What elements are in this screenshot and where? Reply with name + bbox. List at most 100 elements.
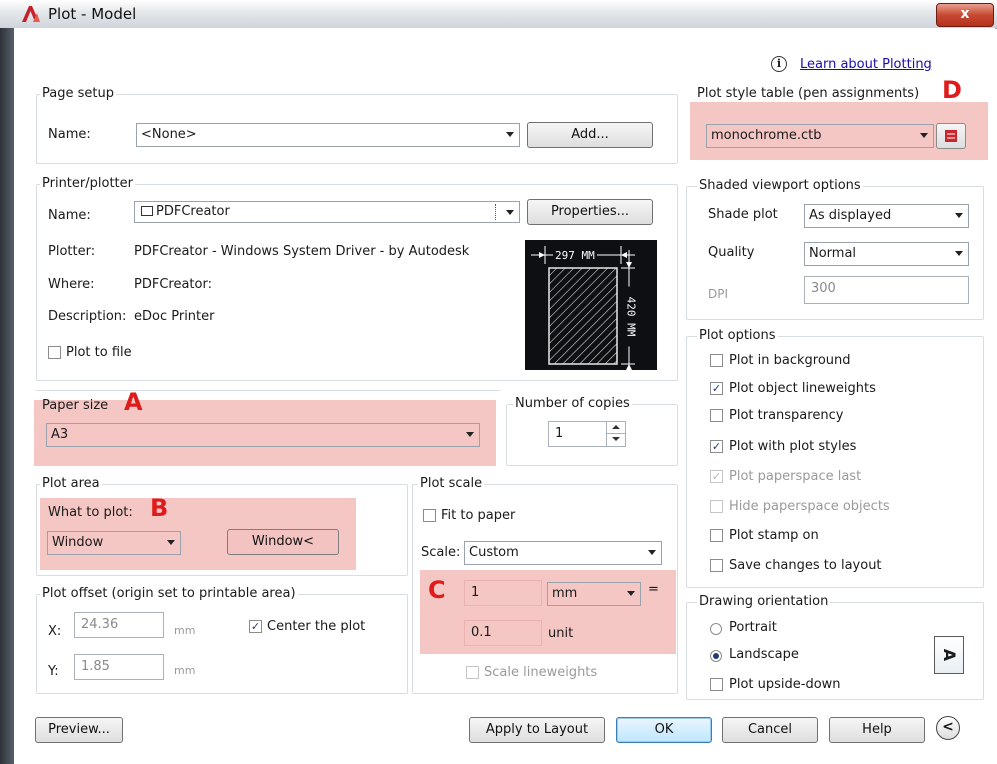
plot-offset-label: Plot offset (origin set to printable are… — [40, 586, 298, 601]
copies-spinner[interactable] — [606, 422, 625, 446]
chevron-down-icon — [506, 210, 514, 215]
spin-down-icon[interactable] — [607, 434, 625, 445]
add-button[interactable]: Add... — [527, 122, 653, 148]
plot-option-checkbox[interactable]: ✓ — [710, 470, 723, 483]
plot-to-file-checkbox[interactable] — [48, 346, 61, 359]
plot-option-checkbox[interactable]: ✓ — [710, 382, 723, 395]
chevron-down-icon — [466, 432, 474, 437]
landscape-label: Landscape — [729, 647, 799, 662]
scale-value2-input[interactable]: 0.1 — [464, 620, 542, 646]
plot-option-checkbox[interactable]: ✓ — [710, 440, 723, 453]
drawing-orientation-label: Drawing orientation — [697, 594, 831, 609]
plot-option-label: Save changes to layout — [729, 558, 882, 573]
portrait-radio[interactable] — [710, 623, 722, 635]
plot-option-checkbox[interactable] — [710, 354, 723, 367]
marker-d: D — [942, 76, 962, 104]
offset-x-input[interactable]: 24.36 — [74, 612, 164, 638]
what-to-plot-dropdown[interactable]: Window — [47, 531, 181, 555]
plot-style-value: monochrome.ctb — [711, 128, 822, 143]
offset-y-input[interactable]: 1.85 — [74, 654, 164, 680]
preview-button[interactable]: Preview... — [35, 717, 123, 743]
offset-y-value: 1.85 — [81, 659, 110, 674]
scale-value2: 0.1 — [471, 625, 492, 640]
apply-to-layout-button[interactable]: Apply to Layout — [469, 717, 605, 743]
paper-size-value: A3 — [51, 427, 69, 442]
chevron-down-icon — [627, 591, 635, 596]
collapse-icon[interactable]: < — [936, 716, 960, 740]
shade-plot-label: Shade plot — [708, 207, 778, 222]
dpi-label: DPI — [708, 287, 729, 301]
printer-plotter-label: Printer/plotter — [40, 176, 135, 191]
paper-size-label: Paper size — [42, 398, 109, 413]
plot-option-checkbox[interactable] — [710, 529, 723, 542]
scale-unit-dropdown[interactable]: mm — [547, 582, 641, 606]
plot-option-label: Plot transparency — [729, 408, 844, 423]
info-icon: i — [771, 56, 787, 72]
scale-lineweights-label: Scale lineweights — [484, 665, 598, 680]
chevron-down-icon — [955, 213, 963, 218]
upside-down-label: Plot upside-down — [729, 677, 841, 692]
plot-option-checkbox[interactable] — [710, 559, 723, 572]
page-setup-name-label: Name: — [48, 127, 91, 142]
plot-options-group — [686, 336, 984, 588]
printer-name-dropdown[interactable]: PDFCreator — [134, 201, 520, 223]
plot-option-label: Plot stamp on — [729, 528, 819, 543]
page-setup-name-dropdown[interactable]: <None> — [136, 123, 520, 147]
chevron-down-icon — [955, 251, 963, 256]
help-button[interactable]: Help — [829, 717, 925, 743]
dpi-value: 300 — [811, 281, 836, 296]
ok-button[interactable]: OK — [616, 717, 712, 743]
shade-plot-dropdown[interactable]: As displayed — [804, 204, 969, 228]
what-to-plot-label: What to plot: — [48, 505, 133, 520]
plot-style-dropdown[interactable]: monochrome.ctb — [706, 124, 934, 148]
printer-name-value: PDFCreator — [156, 204, 230, 219]
offset-x-value: 24.36 — [81, 617, 119, 632]
title-bar — [0, 0, 997, 29]
window-pick-button[interactable]: Window< — [227, 529, 339, 555]
center-plot-label: Center the plot — [267, 619, 366, 634]
scale-dropdown[interactable]: Custom — [464, 541, 662, 565]
scale-value1-input[interactable]: 1 — [464, 580, 542, 606]
cancel-button[interactable]: Cancel — [722, 717, 818, 743]
edit-style-icon — [945, 130, 957, 142]
center-plot-checkbox[interactable]: ✓ — [249, 620, 262, 633]
chevron-down-icon — [648, 550, 656, 555]
plot-option-checkbox[interactable] — [710, 500, 723, 513]
landscape-radio[interactable] — [710, 650, 722, 662]
plot-option-label: Plot in background — [729, 353, 851, 368]
preview-height-label: 420 MM — [624, 286, 638, 347]
chevron-down-icon — [920, 133, 928, 138]
scale-label: Scale: — [421, 545, 461, 560]
scale-value: Custom — [469, 545, 519, 560]
plot-option-checkbox[interactable] — [710, 409, 723, 422]
paper-size-dropdown[interactable]: A3 — [46, 423, 480, 447]
offset-x-unit: mm — [174, 624, 196, 637]
close-button[interactable]: x — [936, 3, 994, 27]
shaded-viewport-label: Shaded viewport options — [697, 178, 863, 193]
plot-to-file-label: Plot to file — [66, 345, 132, 360]
fit-to-paper-label: Fit to paper — [441, 508, 516, 523]
properties-button[interactable]: Properties... — [527, 199, 653, 225]
plot-option-label: Plot with plot styles — [729, 439, 857, 454]
scale-unit2: unit — [548, 626, 574, 641]
marker-a: A — [124, 388, 143, 416]
learn-about-plotting-link[interactable]: Learn about Plotting — [800, 57, 932, 72]
scale-lineweights-checkbox[interactable] — [466, 666, 479, 679]
dpi-input[interactable]: 300 — [804, 276, 969, 304]
scale-value1: 1 — [471, 585, 480, 600]
quality-dropdown[interactable]: Normal — [804, 242, 969, 266]
spin-up-icon[interactable] — [607, 422, 625, 434]
copies-value: 1 — [555, 426, 564, 441]
page-setup-label: Page setup — [40, 86, 116, 101]
chevron-down-icon — [506, 132, 514, 137]
plot-style-label: Plot style table (pen assignments) — [697, 86, 920, 101]
what-to-plot-value: Window — [52, 535, 104, 550]
autocad-icon — [22, 6, 40, 22]
fit-to-paper-checkbox[interactable] — [423, 509, 436, 522]
quality-value: Normal — [809, 246, 857, 261]
paper-preview: 297 MM 420 MM — [525, 240, 657, 370]
edit-plot-style-button[interactable] — [936, 123, 966, 149]
upside-down-checkbox[interactable] — [710, 678, 723, 691]
plot-area-label: Plot area — [40, 476, 102, 491]
page-setup-name-value: <None> — [141, 127, 197, 142]
